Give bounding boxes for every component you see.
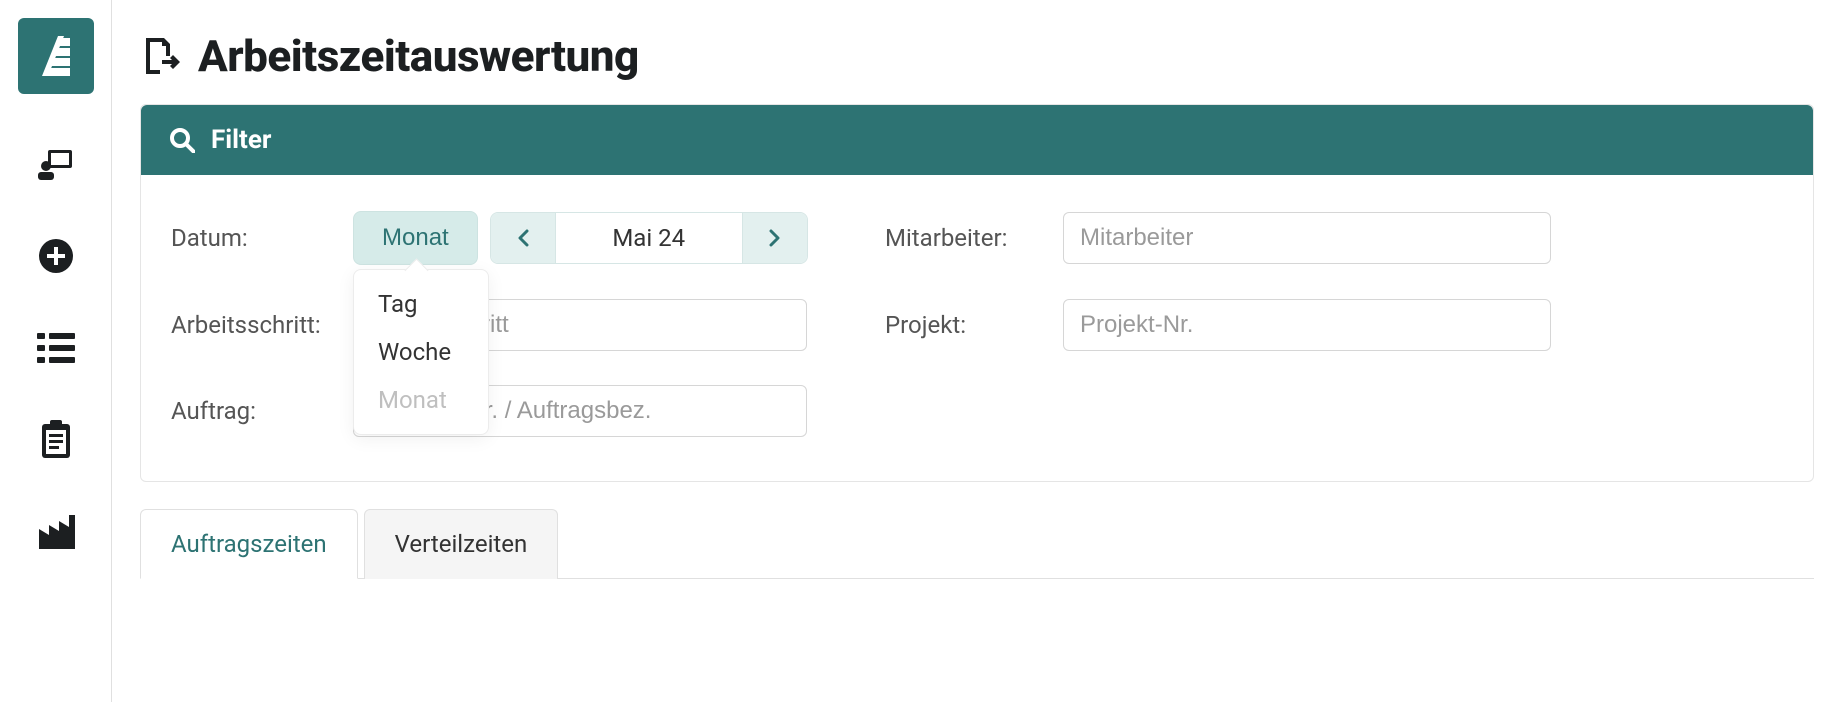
factory-icon <box>37 515 75 549</box>
period-select-button[interactable]: Monat <box>353 211 478 265</box>
filter-header-title: Filter <box>211 125 271 155</box>
app-logo[interactable] <box>18 18 94 94</box>
sidebar-item-add[interactable] <box>34 234 78 278</box>
list-icon <box>37 333 75 363</box>
date-prev-button[interactable] <box>491 213 555 263</box>
person-board-icon <box>36 144 76 184</box>
chevron-left-icon <box>517 229 529 247</box>
search-icon <box>169 127 195 153</box>
mitarbeiter-input[interactable] <box>1063 212 1551 264</box>
label-arbeitsschritt: Arbeitsschritt: <box>171 311 353 339</box>
clipboard-icon <box>40 420 72 460</box>
page-title: Arbeitszeitauswertung <box>198 30 639 82</box>
sidebar-item-teaching[interactable] <box>34 142 78 186</box>
date-value: Mai 24 <box>555 213 743 263</box>
period-option-monat[interactable]: Monat <box>354 376 488 424</box>
date-navigator: Mai 24 <box>490 212 808 264</box>
label-mitarbeiter: Mitarbeiter: <box>885 224 1063 252</box>
sidebar-item-clipboard[interactable] <box>34 418 78 462</box>
date-next-button[interactable] <box>743 213 807 263</box>
sidebar-item-list[interactable] <box>34 326 78 370</box>
tab-verteilzeiten[interactable]: Verteilzeiten <box>364 509 559 579</box>
period-option-tag[interactable]: Tag <box>354 280 488 328</box>
logo-icon <box>32 32 80 80</box>
tabs: Auftragszeiten Verteilzeiten <box>140 508 1814 579</box>
label-datum: Datum: <box>171 224 353 252</box>
filter-header: Filter <box>141 105 1813 175</box>
main-content: Arbeitszeitauswertung Filter Datum: Mona… <box>112 0 1842 702</box>
file-export-icon <box>140 36 180 76</box>
chevron-right-icon <box>769 229 781 247</box>
period-dropdown: Tag Woche Monat <box>353 269 489 435</box>
sidebar <box>0 0 112 702</box>
period-option-woche[interactable]: Woche <box>354 328 488 376</box>
plus-circle-icon <box>37 237 75 275</box>
page-header: Arbeitszeitauswertung <box>140 30 1814 82</box>
filter-body: Datum: Monat Tag Woche Monat <box>141 175 1813 481</box>
filter-card: Filter Datum: Monat Tag Woche Monat <box>140 104 1814 482</box>
label-auftrag: Auftrag: <box>171 397 353 425</box>
sidebar-item-factory[interactable] <box>34 510 78 554</box>
tab-auftragszeiten[interactable]: Auftragszeiten <box>140 509 358 579</box>
projekt-input[interactable] <box>1063 299 1551 351</box>
label-projekt: Projekt: <box>885 311 1063 339</box>
row-datum: Datum: Monat Tag Woche Monat <box>171 211 1783 265</box>
